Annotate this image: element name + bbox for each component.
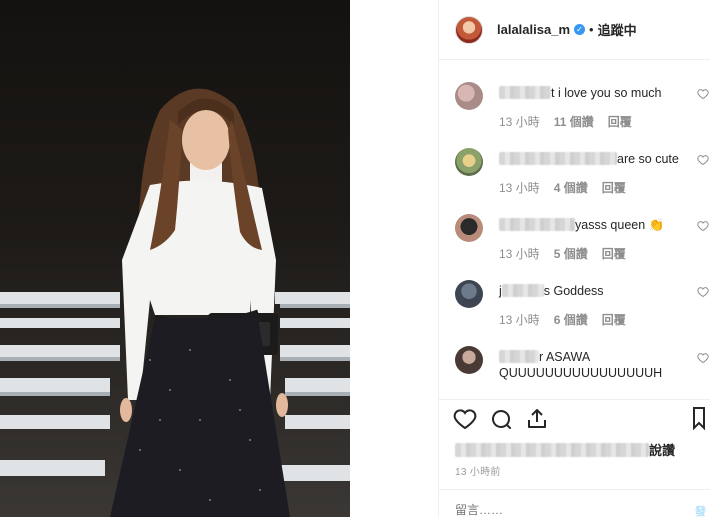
comment-time: 13 小時: [499, 115, 540, 129]
post-comment-button[interactable]: 發: [695, 503, 706, 517]
post-header: lalalalisa_m ✓ • 追蹤中: [439, 0, 710, 60]
share-icon[interactable]: [525, 407, 549, 431]
like-heart-icon[interactable]: [453, 407, 477, 431]
comment-meta: 13 小時 11 個讚 回覆: [499, 113, 632, 130]
comment-reply-button[interactable]: 回覆: [602, 179, 626, 196]
comment-text: yasss queen 👏: [499, 217, 664, 233]
verified-badge-icon: ✓: [574, 24, 585, 35]
comment-reply-button[interactable]: 回覆: [602, 311, 626, 328]
comment-time: 13 小時: [499, 313, 540, 327]
comment-like-heart-icon[interactable]: [697, 154, 709, 166]
photo-gap: [350, 0, 438, 517]
comment-like-heart-icon[interactable]: [697, 352, 709, 364]
post-photo: [0, 0, 350, 517]
blurred-likers: [455, 443, 649, 457]
author-avatar[interactable]: [455, 15, 483, 44]
comment-likes[interactable]: 6 個讚: [554, 311, 588, 328]
comment-like-heart-icon[interactable]: [697, 220, 709, 232]
comment-likes[interactable]: 4 個讚: [554, 179, 588, 196]
comment-like-heart-icon[interactable]: [697, 88, 709, 100]
comment-text: t i love you so much: [499, 85, 661, 101]
comment-likes[interactable]: 11 個讚: [554, 113, 594, 130]
photo-illustration: [0, 88, 350, 517]
comment-text: js Goddess: [499, 284, 604, 298]
comment-text: are so cute: [499, 151, 679, 167]
commenter-avatar[interactable]: [455, 148, 483, 176]
commenter-avatar[interactable]: [455, 280, 483, 308]
comment-text: r ASAWA: [499, 349, 590, 365]
following-button[interactable]: 追蹤中: [598, 20, 637, 39]
comment-time: 13 小時: [499, 181, 540, 195]
comment-bubble-icon[interactable]: [489, 407, 513, 431]
comments-list: t i love you so much 13 小時 11 個讚 回覆 are …: [439, 61, 710, 399]
commenter-avatar[interactable]: [455, 82, 483, 110]
comment-meta: 13 小時 4 個讚 回覆: [499, 179, 626, 196]
comment-reply-button[interactable]: 回覆: [608, 113, 632, 130]
save-bookmark-icon[interactable]: [692, 406, 708, 430]
section-divider: [439, 489, 710, 490]
comment-text-line2: QUUUUUUUUUUUUUUUUH: [499, 366, 663, 380]
blurred-username: [499, 218, 575, 231]
commenter-avatar[interactable]: [455, 346, 483, 374]
comment-reply-button[interactable]: 回覆: [602, 245, 626, 262]
comment-like-heart-icon[interactable]: [697, 286, 709, 298]
post-side-panel: lalalalisa_m ✓ • 追蹤中 t i love you so muc…: [438, 0, 710, 517]
add-comment-input[interactable]: [455, 503, 655, 517]
section-divider: [439, 399, 710, 400]
post-timestamp: 13 小時前: [455, 467, 501, 478]
header-separator: •: [589, 22, 594, 37]
post-actions: [453, 406, 549, 432]
blurred-username: [499, 86, 551, 99]
comment-time: 13 小時: [499, 247, 540, 261]
comment-meta: 13 小時 5 個讚 回覆: [499, 245, 626, 262]
likes-summary[interactable]: 說讚: [455, 440, 675, 459]
comment-likes[interactable]: 5 個讚: [554, 245, 588, 262]
blurred-username: [499, 152, 617, 165]
comment-meta: 13 小時 6 個讚 回覆: [499, 311, 626, 328]
author-username[interactable]: lalalalisa_m: [497, 22, 570, 37]
blurred-username: [501, 284, 544, 297]
blurred-username: [499, 350, 539, 363]
commenter-avatar[interactable]: [455, 214, 483, 242]
